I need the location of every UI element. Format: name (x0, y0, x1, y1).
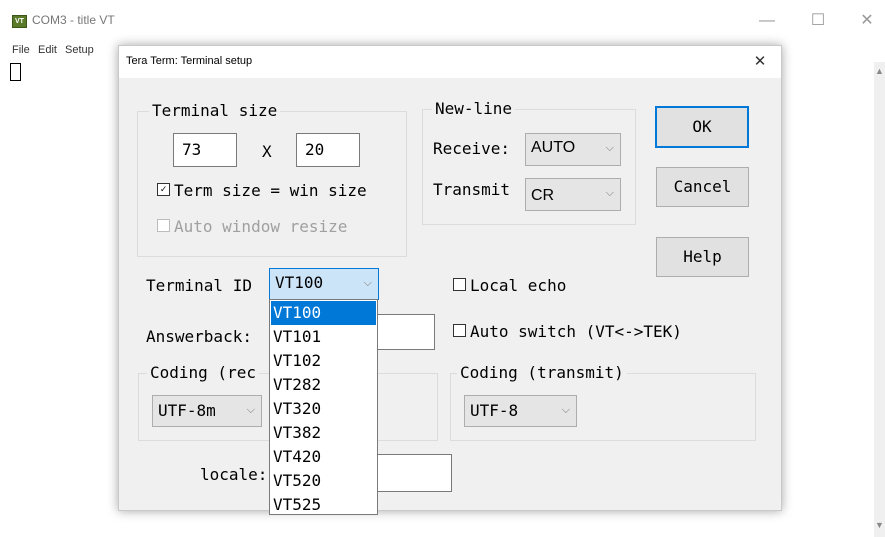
terminal-id-option[interactable]: VT101 (271, 325, 376, 349)
auto-window-resize-label: Auto window resize (174, 217, 348, 236)
chevron-down-icon: ⌵ (605, 187, 614, 199)
chevron-down-icon: ⌵ (363, 277, 372, 289)
terminal-id-option[interactable]: VT520 (271, 469, 376, 493)
checkbox-checked-icon[interactable]: ✓ (157, 183, 170, 196)
term-size-win-size-label: Term size = win size (174, 181, 367, 200)
new-line-legend: New-line (432, 99, 516, 118)
coding-receive-select[interactable]: UTF-8m ⌵ (152, 395, 262, 427)
coding-transmit-select[interactable]: UTF-8 ⌵ (464, 395, 577, 427)
checkbox-unchecked-icon[interactable] (453, 278, 466, 291)
coding-transmit-value: UTF-8 (470, 401, 519, 420)
transmit-select[interactable]: CR ⌵ (525, 178, 621, 211)
close-button[interactable]: ✕ (852, 8, 882, 34)
terminal-id-select[interactable]: VT100 ⌵ (269, 268, 379, 300)
menu-file[interactable]: File (12, 44, 30, 56)
term-size-win-size-checkbox[interactable]: ✓ Term size = win size (157, 181, 367, 200)
local-echo-checkbox[interactable]: Local echo (453, 276, 566, 295)
answerback-label: Answerback: (146, 327, 252, 346)
chevron-down-icon: ⌵ (246, 404, 255, 416)
coding-receive-legend: Coding (rec (147, 363, 259, 382)
transmit-label: Transmit (433, 180, 511, 199)
terminal-id-label: Terminal ID (146, 276, 252, 295)
size-x-label: X (262, 142, 272, 161)
help-button[interactable]: Help (656, 237, 749, 277)
receive-value: AUTO (531, 139, 576, 156)
menu-edit[interactable]: Edit (38, 44, 57, 56)
chevron-down-icon: ⌵ (605, 142, 614, 154)
dialog-close-icon[interactable]: ✕ (747, 50, 773, 74)
terminal-cursor (10, 63, 21, 81)
checkbox-unchecked-icon (157, 219, 170, 232)
answerback-field[interactable] (375, 314, 435, 350)
local-echo-label: Local echo (470, 276, 567, 295)
locale-field[interactable] (372, 454, 452, 492)
scroll-down-icon[interactable]: ▼ (874, 520, 885, 530)
auto-window-resize-checkbox: Auto window resize (157, 217, 347, 236)
terminal-id-option[interactable]: VT420 (271, 445, 376, 469)
coding-transmit-legend: Coding (transmit) (457, 363, 627, 382)
scroll-up-icon[interactable]: ▲ (874, 66, 885, 76)
terminal-id-value: VT100 (275, 273, 324, 292)
coding-receive-value: UTF-8m (158, 401, 216, 420)
columns-field[interactable]: 73 (173, 133, 237, 167)
auto-switch-label: Auto switch (VT<->TEK) (470, 322, 682, 341)
app-icon: VT (12, 15, 27, 28)
auto-switch-checkbox[interactable]: Auto switch (VT<->TEK) (453, 322, 682, 341)
receive-label: Receive: (433, 139, 511, 158)
terminal-setup-dialog: Tera Term: Terminal setup ✕ Terminal siz… (118, 45, 782, 515)
terminal-id-option[interactable]: VT382 (271, 421, 376, 445)
rows-field[interactable]: 20 (296, 133, 360, 167)
cancel-button[interactable]: Cancel (656, 167, 749, 207)
terminal-id-option[interactable]: VT525 (271, 493, 376, 517)
terminal-id-dropdown-list: VT100 VT101 VT102 VT282 VT320 VT382 VT420 VT520… (269, 299, 378, 515)
maximize-button[interactable]: ☐ (803, 8, 833, 34)
terminal-id-option[interactable]: VT282 (271, 373, 376, 397)
transmit-value: CR (531, 187, 555, 204)
locale-label: locale: (200, 465, 268, 484)
chevron-down-icon: ⌵ (561, 404, 570, 416)
receive-select[interactable]: AUTO ⌵ (525, 133, 621, 166)
minimize-button[interactable]: — (752, 8, 782, 34)
dialog-title: Tera Term: Terminal setup (126, 55, 253, 67)
window-title: COM3 - title VT (32, 13, 115, 27)
checkbox-unchecked-icon[interactable] (453, 324, 466, 337)
terminal-size-legend: Terminal size (149, 101, 281, 120)
terminal-id-option[interactable]: VT320 (271, 397, 376, 421)
terminal-id-option[interactable]: VT100 (271, 301, 376, 325)
vertical-scrollbar[interactable] (874, 62, 885, 537)
menu-setup[interactable]: Setup (65, 44, 94, 56)
terminal-id-option[interactable]: VT102 (271, 349, 376, 373)
ok-button[interactable]: OK (655, 106, 749, 148)
